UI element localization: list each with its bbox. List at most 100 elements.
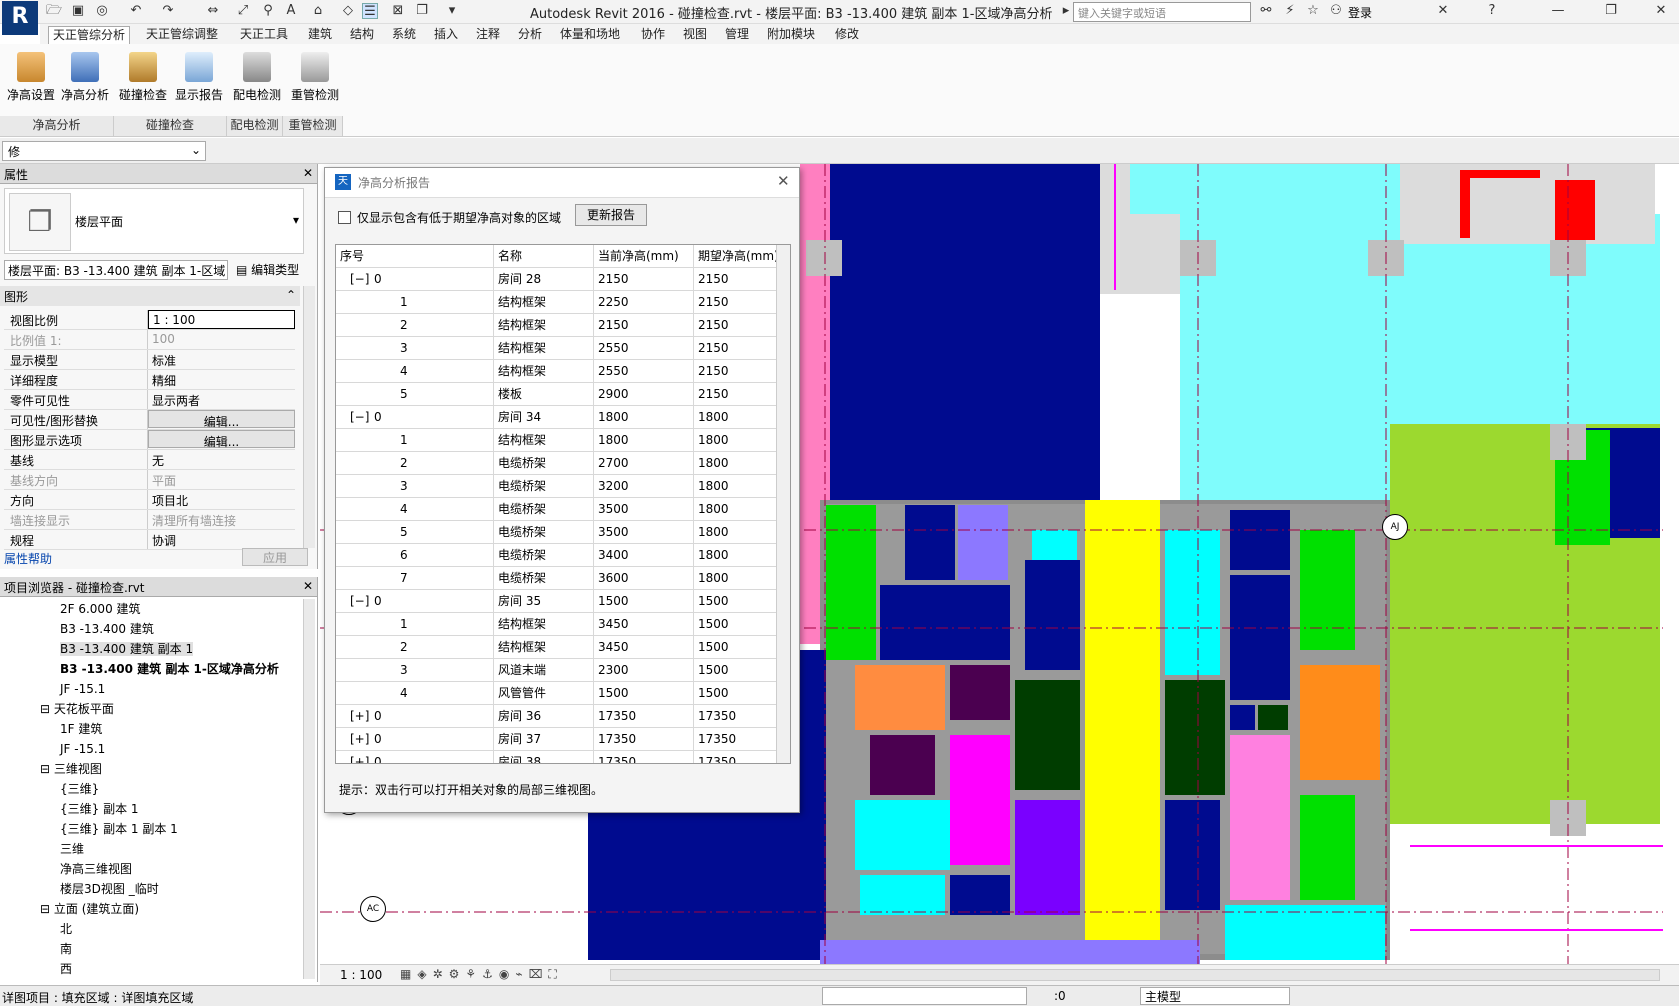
tree-item[interactable]: {三维} [0, 779, 300, 799]
table-row[interactable]: 2 结构框架 3450 1500 [336, 636, 790, 659]
expand-arrow-icon[interactable]: ▸ [1058, 3, 1074, 19]
expand-toggle[interactable]: [+] [340, 751, 370, 763]
table-row[interactable]: 1 结构框架 3450 1500 [336, 613, 790, 636]
undo-icon[interactable]: ↶ [128, 3, 144, 19]
tree-item[interactable]: ⊟ 立面 (建筑立面) [0, 899, 300, 919]
expand-toggle[interactable]: [+] [340, 728, 370, 750]
table-row[interactable]: [+] 0 房间 38 17350 17350 [336, 751, 790, 763]
revit-logo[interactable]: R [2, 1, 38, 35]
switch-windows-icon[interactable]: ❐ [414, 3, 430, 19]
login-link[interactable]: 登录 [1348, 4, 1372, 21]
text-icon[interactable]: A [283, 3, 299, 19]
horizontal-scrollbar[interactable] [610, 969, 1660, 981]
tree-item[interactable]: 三维 [0, 839, 300, 859]
tab-5[interactable]: 系统 [388, 26, 420, 44]
tree-item[interactable]: 1F 建筑 [0, 719, 300, 739]
expand-toggle[interactable]: [−] [340, 406, 370, 428]
tree-item[interactable]: 西 [0, 959, 300, 979]
table-row[interactable]: 3 结构框架 2550 2150 [336, 337, 790, 360]
model-selector[interactable]: 主模型 [1140, 987, 1290, 1005]
tab-9[interactable]: 体量和场地 [556, 26, 624, 44]
save-icon[interactable]: ▣ [70, 3, 86, 19]
tree-item[interactable]: JF -15.1 [0, 739, 300, 759]
edit-type-button[interactable]: ▤ 编辑类型 [236, 261, 299, 278]
tab-3[interactable]: 建筑 [304, 26, 336, 44]
redo-icon[interactable]: ↷ [160, 3, 176, 19]
subscription-icon[interactable]: ⚡ [1282, 3, 1298, 19]
tree-item[interactable]: {三维} 副本 1 [0, 799, 300, 819]
expand-toggle[interactable]: [+] [340, 705, 370, 727]
favorites-icon[interactable]: ☆ [1305, 3, 1321, 19]
column-header[interactable]: 当前净高(mm) [594, 245, 694, 267]
tree-item[interactable]: B3 -13.400 建筑 副本 1 [0, 639, 300, 659]
user-icon[interactable]: ⚇ [1328, 3, 1344, 19]
search-input[interactable]: 键入关键字或短语 [1073, 2, 1251, 22]
collapse-icon[interactable]: ⊟ [40, 902, 54, 916]
tree-item[interactable]: ⊟ 天花板平面 [0, 699, 300, 719]
refresh-report-button[interactable]: 更新报告 [575, 204, 647, 226]
table-row[interactable]: 2 结构框架 2150 2150 [336, 314, 790, 337]
type-selector[interactable]: ❐ 楼层平面 ▾ [4, 188, 304, 254]
property-value[interactable]: 显示两者 [148, 390, 295, 409]
tree-item[interactable]: JF -15.1 [0, 679, 300, 699]
3d-view-icon[interactable]: ⌂ [310, 3, 326, 19]
tag-icon[interactable]: ⚲ [260, 3, 276, 19]
collapse-icon[interactable]: ⌃ [286, 288, 296, 302]
property-value[interactable]: 平面 [148, 470, 295, 489]
property-value[interactable]: 标准 [148, 350, 295, 369]
open-icon[interactable]: 🗁 [46, 3, 62, 19]
workset-selector[interactable] [822, 987, 1027, 1005]
power-check-button[interactable]: 配电检测 [230, 50, 284, 110]
table-row[interactable]: 5 电缆桥架 3500 1800 [336, 521, 790, 544]
clearance-analysis-button[interactable]: 净高分析 [58, 50, 112, 110]
tab-2[interactable]: 天正工具 [236, 26, 292, 44]
property-value[interactable]: 项目北 [148, 490, 295, 509]
table-row[interactable]: 4 电缆桥架 3500 1800 [336, 498, 790, 521]
vertical-scrollbar[interactable] [776, 245, 790, 763]
table-row[interactable]: [−] 0 房间 35 1500 1500 [336, 590, 790, 613]
tree-item[interactable]: ⊟ 三维视图 [0, 759, 300, 779]
properties-help-link[interactable]: 属性帮助 [4, 550, 52, 567]
exchange-icon[interactable]: ✕ [1435, 3, 1451, 19]
tree-item[interactable]: 2F 6.000 建筑 [0, 599, 300, 619]
tree-item[interactable]: 楼层3D视图 _临时 [0, 879, 300, 899]
table-row[interactable]: 3 风道末端 2300 1500 [336, 659, 790, 682]
table-row[interactable]: [−] 0 房间 28 2150 2150 [336, 268, 790, 291]
measure-icon[interactable]: ⇔ [205, 3, 221, 19]
section-header[interactable]: 图形 ⌃ [0, 286, 300, 306]
column-header[interactable]: 名称 [494, 245, 594, 267]
close-hidden-icon[interactable]: ⊠ [390, 3, 406, 19]
tree-item[interactable]: 南 [0, 939, 300, 959]
close-icon[interactable]: ✕ [303, 166, 313, 180]
tab-6[interactable]: 插入 [430, 26, 462, 44]
view-tools-icon[interactable]: ▦◈✲⚙⚘⚓◉⌁⌧⛶ [400, 967, 563, 982]
tree-item[interactable]: 北 [0, 919, 300, 939]
table-row[interactable]: [−] 0 房间 34 1800 1800 [336, 406, 790, 429]
property-value[interactable]: 无 [148, 450, 295, 469]
minimize-icon[interactable]: — [1550, 3, 1566, 19]
sync-icon[interactable]: ◎ [94, 3, 110, 19]
table-row[interactable]: 4 风管管件 1500 1500 [336, 682, 790, 705]
scrollbar[interactable] [303, 599, 315, 979]
column-header[interactable]: 期望净高(mm) [694, 245, 780, 267]
binoculars-icon[interactable]: ⚯ [1258, 3, 1274, 19]
tab-11[interactable]: 视图 [679, 26, 711, 44]
table-row[interactable]: 1 结构框架 1800 1800 [336, 429, 790, 452]
tab-12[interactable]: 管理 [721, 26, 753, 44]
expand-toggle[interactable]: [−] [340, 590, 370, 612]
tab-7[interactable]: 注释 [472, 26, 504, 44]
tab-14[interactable]: 修改 [831, 26, 863, 44]
tab-1[interactable]: 天正管综调整 [142, 26, 222, 44]
table-row[interactable]: [+] 0 房间 37 17350 17350 [336, 728, 790, 751]
tree-item[interactable]: B3 -13.400 建筑 [0, 619, 300, 639]
dimension-icon[interactable]: ⤢ [235, 3, 251, 19]
tree-item[interactable]: B3 -13.400 建筑 副本 1-区域净高分析 [0, 659, 300, 679]
apply-button[interactable]: 应用 [242, 548, 308, 566]
tab-10[interactable]: 协作 [637, 26, 669, 44]
property-value[interactable]: 100 [148, 330, 295, 349]
scrollbar[interactable] [303, 286, 315, 548]
tab-8[interactable]: 分析 [514, 26, 546, 44]
view-instance-selector[interactable]: 楼层平面: B3 -13.400 建筑 副本 1-区域 [4, 260, 228, 280]
close-window-icon[interactable]: ✕ [1653, 3, 1669, 19]
thin-lines-icon[interactable]: ☰ [362, 3, 378, 19]
